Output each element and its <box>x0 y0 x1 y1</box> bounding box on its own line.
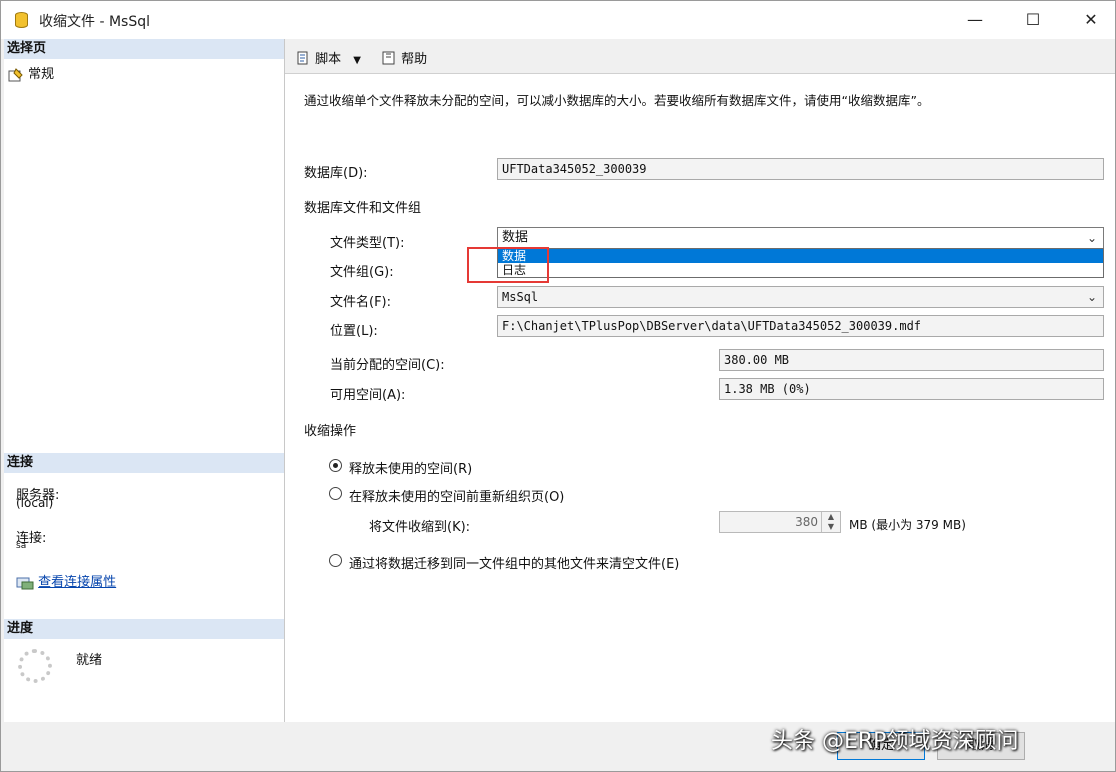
empty-file-label[interactable]: 通过将数据迁移到同一文件组中的其他文件来清空文件(E) <box>349 553 679 572</box>
available-space-label: 可用空间(A): <box>330 388 406 403</box>
highlight-annotation-box <box>467 247 549 283</box>
script-label: 脚本 <box>315 52 342 67</box>
files-group-heading: 数据库文件和文件组 <box>304 201 422 216</box>
shrink-file-dialog: 收缩文件 - MsSql — ☐ ✕ 选择页 常规 连接 服务器: (local… <box>0 0 1116 772</box>
connection-properties-icon <box>16 577 34 589</box>
chevron-down-icon: ⌄ <box>1086 290 1097 304</box>
connection-header: 连接 <box>4 453 284 473</box>
toolbar: 脚本 ▼ 帮助 <box>285 39 1115 74</box>
chevron-down-icon: ⌄ <box>1086 231 1097 245</box>
chevron-down-icon[interactable]: ▼ <box>353 55 361 66</box>
shrink-to-label: 将文件收缩到(K): <box>369 520 471 535</box>
left-pane: 选择页 常规 连接 服务器: (local) 连接: sa 查看连接属性 进度 … <box>4 39 285 722</box>
available-space-field: 1.38 MB (0%) <box>719 378 1104 400</box>
allocated-space-field: 380.00 MB <box>719 349 1104 371</box>
page-item-general[interactable]: 常规 <box>8 63 54 82</box>
stepper-arrows-icon[interactable]: ▲ ▼ <box>821 512 840 532</box>
watermark-text: 头条 @ERP领域资深顾问 <box>771 729 1019 754</box>
script-icon <box>297 51 308 65</box>
dropdown-option-data[interactable]: 数据 <box>498 249 1103 263</box>
reorganize-pages-radio[interactable] <box>329 487 342 500</box>
connect-value: sa <box>16 541 27 551</box>
maximize-icon[interactable]: ☐ <box>1011 7 1055 33</box>
help-label: 帮助 <box>401 52 428 67</box>
file-type-select[interactable]: 数据 ⌄ <box>497 227 1104 249</box>
progress-header: 进度 <box>4 619 284 639</box>
location-label: 位置(L): <box>330 324 378 339</box>
minimize-icon[interactable]: — <box>953 7 997 33</box>
help-button[interactable]: 帮助 <box>381 48 427 67</box>
window-title: 收缩文件 - MsSql <box>39 14 150 30</box>
dropdown-option-log[interactable]: 日志 <box>498 263 1103 277</box>
shrink-to-value: 380 <box>795 515 818 529</box>
progress-spinner-icon <box>18 649 52 683</box>
filename-label: 文件名(F): <box>330 295 392 310</box>
server-value: (local) <box>16 496 54 510</box>
database-label: 数据库(D): <box>304 166 368 181</box>
script-button[interactable]: 脚本 ▼ <box>295 48 361 67</box>
database-icon <box>15 12 28 28</box>
empty-file-radio[interactable] <box>329 554 342 567</box>
select-page-header: 选择页 <box>4 39 284 59</box>
description-text: 通过收缩单个文件释放未分配的空间，可以减小数据库的大小。若要收缩所有数据库文件，… <box>304 93 930 108</box>
release-unused-radio[interactable] <box>329 459 342 472</box>
reorganize-pages-label[interactable]: 在释放未使用的空间前重新组织页(O) <box>349 486 564 505</box>
file-type-label: 文件类型(T): <box>330 236 405 251</box>
page-item-label: 常规 <box>28 67 55 82</box>
shrink-to-unit: MB (最小为 379 MB) <box>849 518 966 532</box>
view-connection-properties-label: 查看连接属性 <box>38 575 117 590</box>
file-type-dropdown-list: 数据 日志 <box>497 248 1104 278</box>
shrink-action-heading: 收缩操作 <box>304 424 357 439</box>
close-icon[interactable]: ✕ <box>1069 7 1113 33</box>
allocated-space-label: 当前分配的空间(C): <box>330 358 445 373</box>
help-icon <box>382 51 395 65</box>
view-connection-properties-link[interactable]: 查看连接属性 <box>16 571 116 590</box>
progress-status: 就绪 <box>76 653 103 668</box>
filegroup-label: 文件组(G): <box>330 265 394 280</box>
file-type-value: 数据 <box>502 230 529 245</box>
database-field: UFTData345052_300039 <box>497 158 1104 180</box>
filename-select[interactable]: MsSql ⌄ <box>497 286 1104 308</box>
general-page-icon <box>8 67 23 81</box>
shrink-to-stepper[interactable]: 380 ▲ ▼ <box>719 511 841 533</box>
filename-value: MsSql <box>502 290 539 304</box>
title-bar: 收缩文件 - MsSql — ☐ ✕ <box>1 1 1115 39</box>
location-field: F:\Chanjet\TPlusPop\DBServer\data\UFTDat… <box>497 315 1104 337</box>
release-unused-label[interactable]: 释放未使用的空间(R) <box>349 458 472 477</box>
